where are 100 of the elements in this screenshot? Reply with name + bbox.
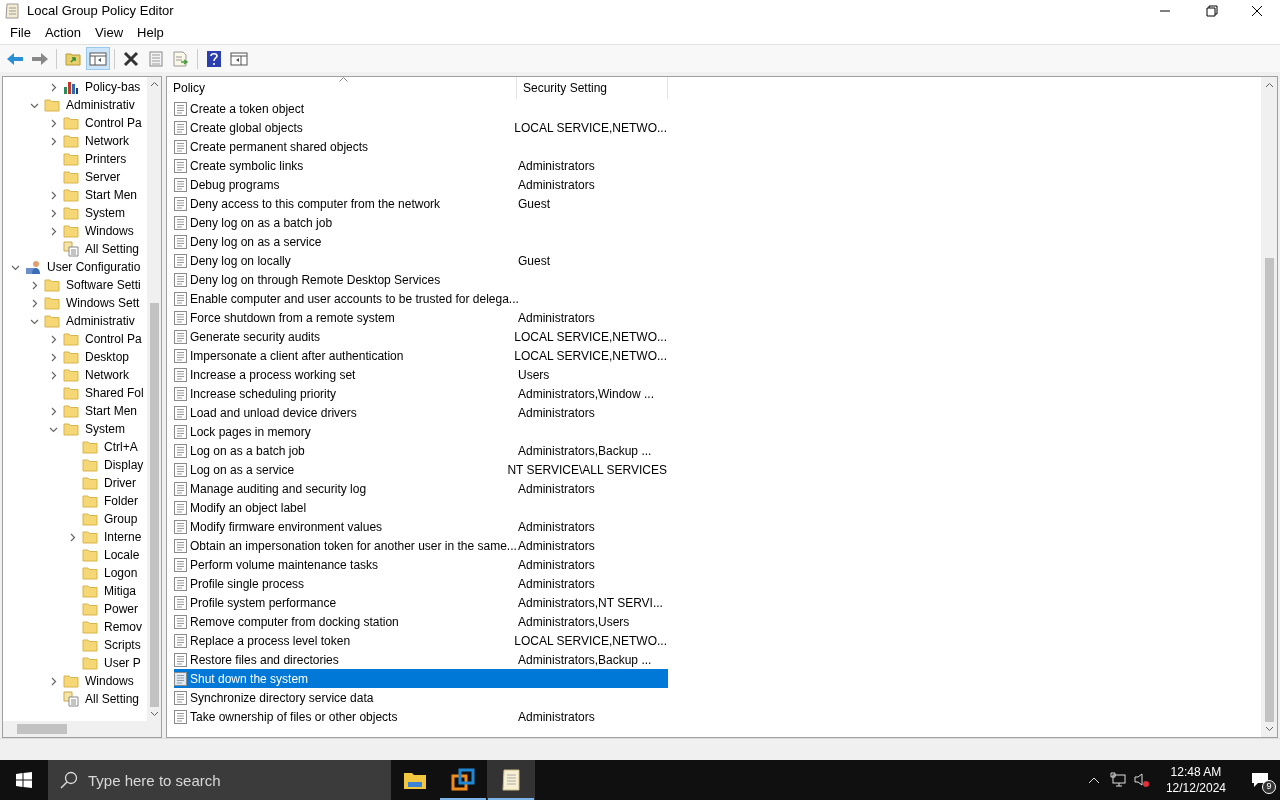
chevron-up-icon[interactable] [1087, 776, 1100, 784]
policy-icon [174, 595, 187, 610]
tree-item[interactable]: Server [3, 168, 147, 186]
table-row[interactable]: Create symbolic links Administrators [174, 156, 668, 175]
menu-item[interactable]: View [88, 23, 131, 43]
column-header[interactable]: Policy [167, 77, 517, 99]
table-row[interactable]: Impersonate a client after authentication LOCAL SERVICE,NETWO... [174, 346, 668, 365]
folder-icon [82, 530, 98, 544]
tree-label: Administrativ [66, 97, 135, 114]
tree-item[interactable]: Network [3, 132, 147, 150]
scroll-up-icon[interactable] [149, 81, 159, 87]
notification-button[interactable]: 9 [1240, 760, 1280, 800]
tree-item[interactable]: System [3, 420, 147, 438]
tree-item[interactable]: Power [3, 600, 147, 618]
tree-item[interactable]: Desktop [3, 348, 147, 366]
clock[interactable]: 12:48 AM 12/12/2024 [1157, 764, 1234, 796]
table-row[interactable]: Force shutdown from a remote system Administrators [174, 308, 668, 327]
menu-item[interactable]: File [3, 23, 38, 43]
table-row[interactable]: Perform volume maintenance tasks Administrators [174, 555, 668, 574]
table-row[interactable]: Restore files and directories Administrators,Backup ... [174, 650, 668, 669]
table-row[interactable]: Take ownership of files or other objects Administrators [174, 707, 668, 726]
horizontal-scrollbar[interactable] [3, 721, 161, 737]
vertical-scrollbar[interactable] [147, 77, 161, 721]
tree-item[interactable]: Scripts [3, 636, 147, 654]
table-row[interactable]: Create a token object [174, 99, 668, 118]
tree-item[interactable]: Policy-bas [3, 78, 147, 96]
tree-item[interactable]: Remov [3, 618, 147, 636]
table-row[interactable]: Load and unload device drivers Administrators [174, 403, 668, 422]
tree-item[interactable]: System [3, 204, 147, 222]
table-row[interactable]: Modify an object label [174, 498, 668, 517]
table-row[interactable]: Enable computer and user accounts to be trusted for delega... [174, 289, 668, 308]
tree-item[interactable]: User P [3, 654, 147, 672]
search-field[interactable]: Type here to search [48, 760, 391, 800]
tree-item[interactable]: Driver [3, 474, 147, 492]
table-row[interactable]: Manage auditing and security log Administrators [174, 479, 668, 498]
table-row[interactable]: Profile single process Administrators [174, 574, 668, 593]
tree-item[interactable]: All Setting [3, 240, 147, 258]
table-row[interactable]: Lock pages in memory [174, 422, 668, 441]
tree-item[interactable]: Shared Fol [3, 384, 147, 402]
tree-item[interactable]: Display [3, 456, 147, 474]
table-row[interactable]: Modify firmware environment values Administrators [174, 517, 668, 536]
table-row[interactable]: Create permanent shared objects [174, 137, 668, 156]
tree-item[interactable]: Network [3, 366, 147, 384]
muted-speaker-icon[interactable] [1133, 772, 1150, 788]
scroll-down-icon[interactable] [149, 711, 159, 717]
table-row[interactable]: Deny log on through Remote Desktop Services [174, 270, 668, 289]
tree-item[interactable]: Group [3, 510, 147, 528]
overlapping-squares-icon [451, 768, 475, 792]
tree-item[interactable]: Windows [3, 672, 147, 690]
table-row[interactable]: Shut down the system [174, 669, 668, 688]
security-setting: Administrators [518, 158, 595, 173]
windows-logo-icon[interactable] [16, 772, 32, 788]
column-header[interactable]: Security Setting [517, 77, 668, 99]
table-row[interactable]: Deny log on as a batch job [174, 213, 668, 232]
table-row[interactable]: Remove computer from docking station Administrators,Users [174, 612, 668, 631]
table-row[interactable]: Log on as a service NT SERVICE\ALL SERVICES [174, 460, 668, 479]
tree-item[interactable]: User Configuratio [3, 258, 147, 276]
table-row[interactable]: Increase scheduling priority Administrators,Window ... [174, 384, 668, 403]
tree-item[interactable]: Windows [3, 222, 147, 240]
table-row[interactable]: Create global objects LOCAL SERVICE,NETWO... [174, 118, 668, 137]
tree-item[interactable]: Interne [3, 528, 147, 546]
tree-item[interactable]: Ctrl+A [3, 438, 147, 456]
tree-item[interactable]: Folder [3, 492, 147, 510]
tree-label: Windows [85, 673, 134, 690]
tree-label: System [85, 421, 125, 438]
menu-item[interactable]: Action [37, 23, 89, 43]
table-row[interactable]: Debug programs Administrators [174, 175, 668, 194]
tree-item[interactable]: Administrativ [3, 312, 147, 330]
table-row[interactable]: Deny log on locally Guest [174, 251, 668, 270]
tree-item[interactable]: Control Pa [3, 330, 147, 348]
tree-item[interactable]: Mitiga [3, 582, 147, 600]
tree-item[interactable]: All Setting [3, 690, 147, 708]
table-row[interactable]: Profile system performance Administrators,NT SERVI... [174, 593, 668, 612]
table-row[interactable]: Synchronize directory service data [174, 688, 668, 707]
table-row[interactable]: Obtain an impersonation token for another user in the same...Administrators [174, 536, 668, 555]
tree-item[interactable]: Start Men [3, 402, 147, 420]
tree-item[interactable]: Logon [3, 564, 147, 582]
taskbar-app[interactable] [487, 760, 535, 800]
table-row[interactable]: Deny access to this computer from the network Guest [174, 194, 668, 213]
tree-item[interactable]: Windows Sett [3, 294, 147, 312]
scroll-up-icon[interactable] [1264, 82, 1274, 88]
tree-label: Desktop [85, 349, 130, 366]
tree-item[interactable]: Printers [3, 150, 147, 168]
policy-name: Lock pages in memory [190, 423, 311, 441]
tree-item[interactable]: Control Pa [3, 114, 147, 132]
folder-icon [82, 638, 98, 652]
scroll-down-icon[interactable] [1264, 726, 1274, 732]
tree-item[interactable]: Start Men [3, 186, 147, 204]
policy-name: Deny log on through Remote Desktop Services [190, 271, 441, 289]
table-row[interactable]: Generate security audits LOCAL SERVICE,NETWO... [174, 327, 668, 346]
tree-item[interactable]: Administrativ [3, 96, 147, 114]
table-row[interactable]: Log on as a batch job Administrators,Backup ... [174, 441, 668, 460]
network-icon[interactable] [1109, 772, 1126, 788]
table-row[interactable]: Increase a process working set Users [174, 365, 668, 384]
table-row[interactable]: Replace a process level token LOCAL SERVICE,NETWO... [174, 631, 668, 650]
menu-item[interactable]: Help [130, 23, 171, 43]
tree-item[interactable]: Software Setti [3, 276, 147, 294]
vertical-scrollbar[interactable] [1261, 77, 1277, 737]
table-row[interactable]: Deny log on as a service [174, 232, 668, 251]
tree-item[interactable]: Locale [3, 546, 147, 564]
